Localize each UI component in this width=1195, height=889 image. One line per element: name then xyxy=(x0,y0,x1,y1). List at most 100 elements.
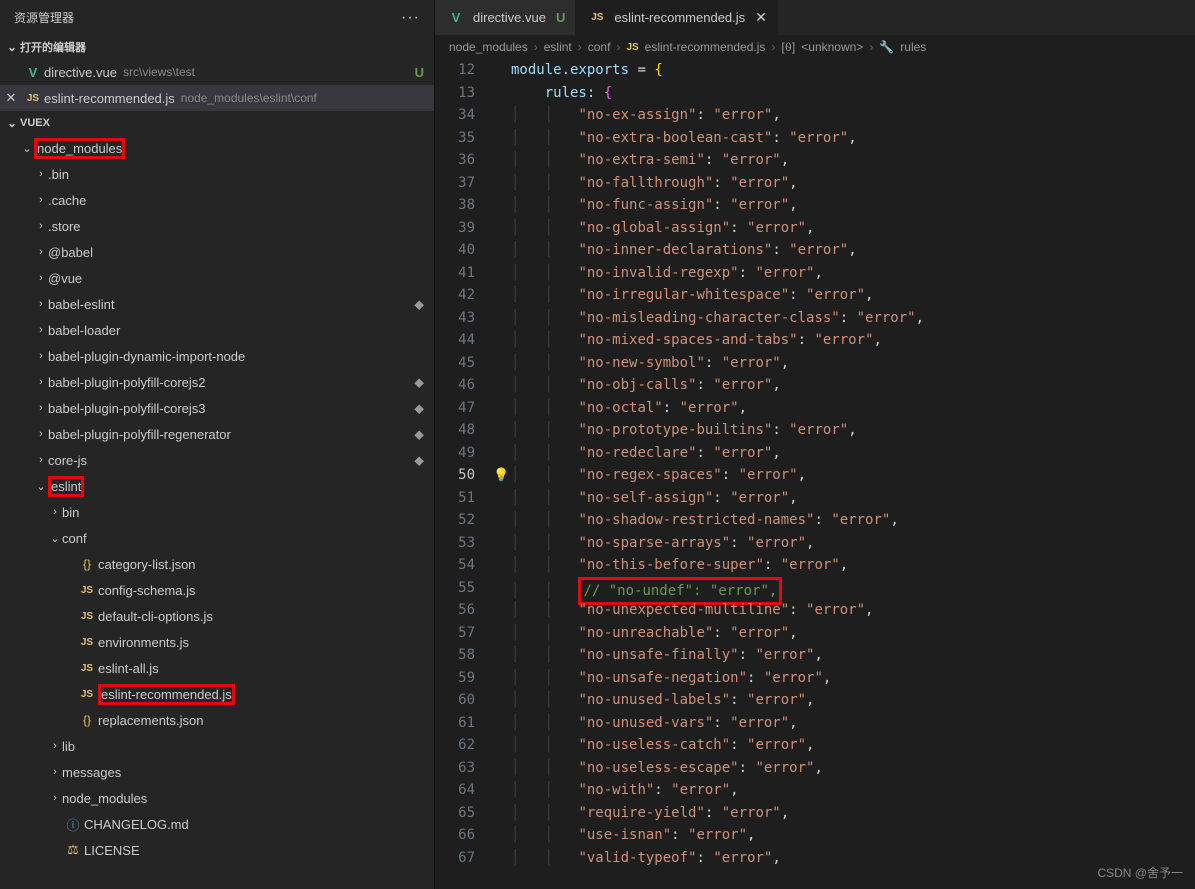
breadcrumb-symbol[interactable]: rules xyxy=(900,40,926,54)
file-item[interactable]: {}category-list.json xyxy=(0,551,434,577)
code-line[interactable]: │ │ "no-unsafe-finally": "error", xyxy=(511,644,1195,667)
code-line[interactable]: │ │ "no-unreachable": "error", xyxy=(511,622,1195,645)
folder-name: babel-plugin-polyfill-corejs2 xyxy=(48,375,206,390)
code-lines[interactable]: module.exports = { rules: {│ │ "no-ex-as… xyxy=(511,59,1195,889)
editor-tab[interactable]: JSeslint-recommended.js✕ xyxy=(576,0,778,35)
folder-item[interactable]: ›core-js⬥ xyxy=(0,447,434,473)
folder-item[interactable]: ›node_modules xyxy=(0,785,434,811)
folder-item[interactable]: ⌄conf xyxy=(0,525,434,551)
line-number: 43 xyxy=(435,307,475,330)
breadcrumb-symbol[interactable]: <unknown> xyxy=(801,40,863,54)
code-line[interactable]: │ │ "no-new-symbol": "error", xyxy=(511,352,1195,375)
open-editors-header[interactable]: ⌄ 打开的编辑器 xyxy=(0,35,434,59)
file-item[interactable]: JSeslint-all.js xyxy=(0,655,434,681)
code-line[interactable]: │ │ "no-irregular-whitespace": "error", xyxy=(511,284,1195,307)
line-number: 62 xyxy=(435,734,475,757)
code-line[interactable]: │ │ "no-func-assign": "error", xyxy=(511,194,1195,217)
code-line[interactable]: │ │ "no-prototype-builtins": "error", xyxy=(511,419,1195,442)
folder-item[interactable]: ›@vue xyxy=(0,265,434,291)
line-number: 63 xyxy=(435,757,475,780)
code-line[interactable]: │ │ "no-octal": "error", xyxy=(511,397,1195,420)
breadcrumb-segment[interactable]: eslint xyxy=(544,40,572,54)
breadcrumb-segment[interactable]: conf xyxy=(588,40,611,54)
editor-tab[interactable]: Vdirective.vueU xyxy=(435,0,576,35)
chevron-right-icon: › xyxy=(34,168,48,180)
code-line[interactable]: │ │ "require-yield": "error", xyxy=(511,802,1195,825)
close-icon[interactable]: ✕ xyxy=(0,90,22,106)
file-item[interactable]: ⚖LICENSE xyxy=(0,837,434,863)
folder-item[interactable]: ›babel-plugin-dynamic-import-node xyxy=(0,343,434,369)
code-line[interactable]: │ │ "no-mixed-spaces-and-tabs": "error", xyxy=(511,329,1195,352)
code-line[interactable]: │ │ "no-extra-semi": "error", xyxy=(511,149,1195,172)
file-item[interactable]: {}replacements.json xyxy=(0,707,434,733)
folder-item[interactable]: ›babel-plugin-polyfill-corejs3⬥ xyxy=(0,395,434,421)
folder-item[interactable]: ›@babel xyxy=(0,239,434,265)
code-line[interactable]: │ │ "no-self-assign": "error", xyxy=(511,487,1195,510)
file-item[interactable]: JSdefault-cli-options.js xyxy=(0,603,434,629)
code-line[interactable]: │ │ "no-unused-vars": "error", xyxy=(511,712,1195,735)
folder-item[interactable]: ›.cache xyxy=(0,187,434,213)
code-line[interactable]: │ │ "no-extra-boolean-cast": "error", xyxy=(511,127,1195,150)
code-line[interactable]: │ │ "no-unused-labels": "error", xyxy=(511,689,1195,712)
folder-item[interactable]: ›lib xyxy=(0,733,434,759)
js-icon: JS xyxy=(626,42,638,53)
code-line[interactable]: │ │ "no-useless-escape": "error", xyxy=(511,757,1195,780)
line-number: 42 xyxy=(435,284,475,307)
folder-item[interactable]: ›messages xyxy=(0,759,434,785)
file-item[interactable]: JSenvironments.js xyxy=(0,629,434,655)
folder-item[interactable]: ›.bin xyxy=(0,161,434,187)
code-line[interactable]: │ │ "no-with": "error", xyxy=(511,779,1195,802)
code-line[interactable]: module.exports = { xyxy=(511,59,1195,82)
open-editor-item[interactable]: ✕Vdirective.vuesrc\views\testU xyxy=(0,59,434,85)
code-line[interactable]: │ │ "no-unexpected-multiline": "error", xyxy=(511,599,1195,622)
file-item[interactable]: JSeslint-recommended.js xyxy=(0,681,434,707)
chevron-right-icon: › xyxy=(34,324,48,336)
folder-item[interactable]: ›bin xyxy=(0,499,434,525)
code-line[interactable]: rules: { xyxy=(511,82,1195,105)
close-icon[interactable]: ✕ xyxy=(755,9,767,26)
code-line[interactable]: │ │ "no-shadow-restricted-names": "error… xyxy=(511,509,1195,532)
folder-item[interactable]: ⌄eslint xyxy=(0,473,434,499)
code-line[interactable]: │ │ "no-unsafe-negation": "error", xyxy=(511,667,1195,690)
file-path: src\views\test xyxy=(123,65,195,79)
code-line[interactable]: │ │ "no-ex-assign": "error", xyxy=(511,104,1195,127)
folder-item[interactable]: ›babel-eslint⬥ xyxy=(0,291,434,317)
folder-item[interactable]: ›babel-plugin-polyfill-regenerator⬥ xyxy=(0,421,434,447)
line-number: 12 xyxy=(435,59,475,82)
breadcrumb-file[interactable]: eslint-recommended.js xyxy=(645,40,766,54)
js-icon: JS xyxy=(22,93,44,104)
code-line[interactable]: │ │ "no-misleading-character-class": "er… xyxy=(511,307,1195,330)
more-actions-icon[interactable]: ··· xyxy=(401,9,420,27)
code-line[interactable]: │ │ "valid-typeof": "error", xyxy=(511,847,1195,870)
breadcrumb-segment[interactable]: node_modules xyxy=(449,40,528,54)
project-header[interactable]: ⌄ VUEX xyxy=(0,111,434,135)
code-line[interactable]: │ │ "use-isnan": "error", xyxy=(511,824,1195,847)
file-item[interactable]: JSconfig-schema.js xyxy=(0,577,434,603)
folder-name: conf xyxy=(62,531,87,546)
folder-item[interactable]: ⌄node_modules xyxy=(0,135,434,161)
file-name: CHANGELOG.md xyxy=(84,817,189,832)
code-line[interactable]: │ │ "no-regex-spaces": "error", xyxy=(511,464,1195,487)
code-area[interactable]: 1213343536373839404142434445464748495051… xyxy=(435,59,1195,889)
code-line[interactable]: │ │ "no-global-assign": "error", xyxy=(511,217,1195,240)
code-line[interactable]: │ │ "no-obj-calls": "error", xyxy=(511,374,1195,397)
code-line[interactable]: │ │ "no-inner-declarations": "error", xyxy=(511,239,1195,262)
lightbulb-icon[interactable]: 💡 xyxy=(493,468,509,483)
code-line[interactable]: │ │ "no-sparse-arrays": "error", xyxy=(511,532,1195,555)
tab-bar: Vdirective.vueUJSeslint-recommended.js✕ xyxy=(435,0,1195,35)
chevron-down-icon: ⌄ xyxy=(20,142,34,155)
chevron-right-icon: › xyxy=(34,428,48,440)
folder-item[interactable]: ›babel-plugin-polyfill-corejs2⬥ xyxy=(0,369,434,395)
code-line[interactable]: │ │ "no-this-before-super": "error", xyxy=(511,554,1195,577)
line-number: 49 xyxy=(435,442,475,465)
code-line[interactable]: │ │ "no-redeclare": "error", xyxy=(511,442,1195,465)
code-line[interactable]: │ │ "no-invalid-regexp": "error", xyxy=(511,262,1195,285)
file-item[interactable]: ⓘCHANGELOG.md xyxy=(0,811,434,837)
code-line[interactable]: │ │ // "no-undef": "error", xyxy=(511,577,1195,600)
folder-item[interactable]: ›babel-loader xyxy=(0,317,434,343)
folder-item[interactable]: ›.store xyxy=(0,213,434,239)
open-editor-item[interactable]: ✕JSeslint-recommended.jsnode_modules\esl… xyxy=(0,85,434,111)
code-line[interactable]: │ │ "no-useless-catch": "error", xyxy=(511,734,1195,757)
code-line[interactable]: │ │ "no-fallthrough": "error", xyxy=(511,172,1195,195)
breadcrumb[interactable]: node_modules›eslint›conf›JS eslint-recom… xyxy=(435,35,1195,59)
